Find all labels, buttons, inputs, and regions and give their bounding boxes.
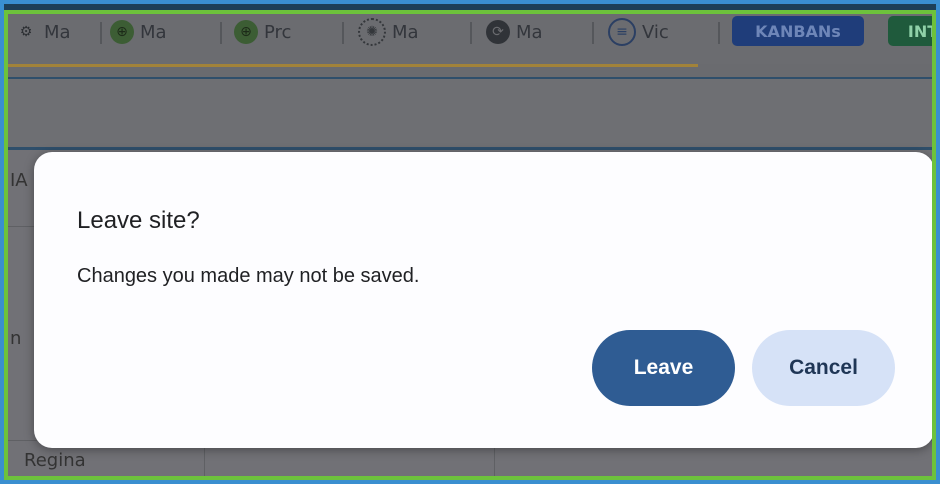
tab-4[interactable]: ✺ Ma	[358, 14, 419, 50]
tab-label: Ma	[392, 21, 419, 43]
tab-divider	[100, 22, 102, 44]
tab-divider	[470, 22, 472, 44]
gear-circle-icon: ✺	[358, 18, 386, 46]
tab-divider	[718, 22, 720, 44]
app-window: ⚙ Ma ⊕ Ma ⊕ Prc ✺ Ma ⟳ Ma ≡ Vic KANBANs	[4, 10, 936, 480]
list-circle-icon: ≡	[608, 18, 636, 46]
tab-1[interactable]: ⚙ Ma	[14, 14, 71, 50]
leave-site-dialog: Leave site? Changes you made may not be …	[34, 152, 932, 448]
cell-fragment: n	[10, 328, 22, 349]
tab-6[interactable]: ≡ Vic	[608, 14, 669, 50]
kanban-button[interactable]: KANBANs	[732, 16, 864, 46]
green-circle-icon: ⊕	[234, 20, 258, 44]
column-header-fragment: IA	[10, 170, 28, 191]
green-circle-icon: ⊕	[110, 20, 134, 44]
tab-2[interactable]: ⊕ Ma	[110, 14, 167, 50]
leave-button[interactable]: Leave	[592, 330, 735, 406]
tab-label: Prc	[264, 21, 292, 43]
cancel-button[interactable]: Cancel	[752, 330, 895, 406]
app-icon: ⚙	[19, 24, 33, 40]
table-cell-name: Regina	[24, 450, 86, 471]
tab-divider	[342, 22, 344, 44]
tab-label: Ma	[140, 21, 167, 43]
dialog-title: Leave site?	[77, 207, 200, 234]
tab-label: Ma	[516, 21, 543, 43]
header-band	[8, 79, 932, 149]
tab-divider	[220, 22, 222, 44]
tab-label: Ma	[44, 21, 71, 43]
tab-divider	[592, 22, 594, 44]
sync-icon: ⟳	[486, 20, 510, 44]
loading-bar	[8, 64, 698, 67]
tab-5[interactable]: ⟳ Ma	[486, 14, 543, 50]
dialog-message: Changes you made may not be saved.	[77, 265, 420, 287]
tab-3[interactable]: ⊕ Prc	[234, 14, 291, 50]
int-button[interactable]: INT	[888, 16, 932, 46]
toolbar: ⚙ Ma ⊕ Ma ⊕ Prc ✺ Ma ⟳ Ma ≡ Vic KANBANs	[8, 14, 932, 64]
tab-label: Vic	[642, 21, 669, 43]
